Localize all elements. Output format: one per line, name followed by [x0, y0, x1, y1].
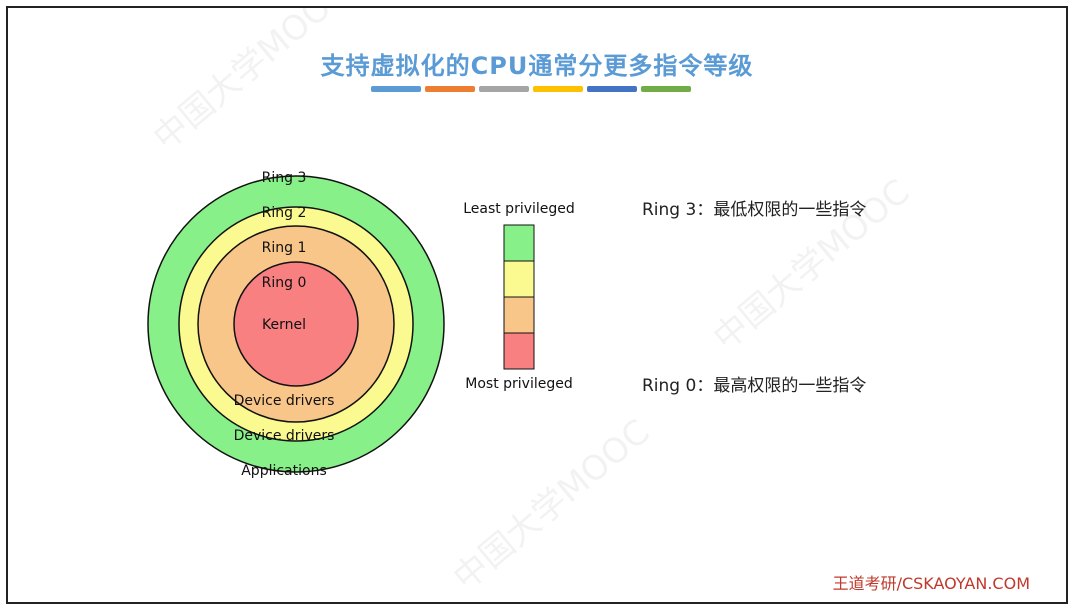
- ring-0-note: Ring 0：最高权限的一些指令: [642, 376, 867, 396]
- ring-1-sublabel: Device drivers: [234, 393, 335, 409]
- privilege-rings-diagram: Ring 3 Ring 2 Ring 1 Ring 0 Kernel Devic…: [147, 170, 575, 479]
- ring-2-sublabel: Device drivers: [234, 428, 335, 444]
- privilege-swatch: [503, 224, 535, 262]
- ring-0-label: Ring 0: [262, 275, 307, 291]
- ring-1-label: Ring 1: [262, 240, 307, 256]
- ring-3-label: Ring 3: [262, 170, 307, 186]
- kernel-label: Kernel: [262, 317, 306, 333]
- privilege-swatch: [503, 296, 535, 334]
- applications-label: Applications: [241, 463, 327, 479]
- ring-2-label: Ring 2: [262, 205, 307, 221]
- privilege-swatch: [503, 260, 535, 298]
- footer-brand: 王道考研/CSKAOYAN.COM: [832, 574, 1030, 593]
- ring-3-note: Ring 3：最低权限的一些指令: [642, 200, 867, 220]
- most-privileged-label: Most privileged: [465, 376, 572, 392]
- least-privileged-label: Least privileged: [463, 201, 575, 217]
- privilege-swatch: [503, 332, 535, 370]
- slide: 中国大学MOOC 中国大学MOOC 中国大学MOOC 支持虚拟化的CPU通常分更…: [6, 6, 1068, 604]
